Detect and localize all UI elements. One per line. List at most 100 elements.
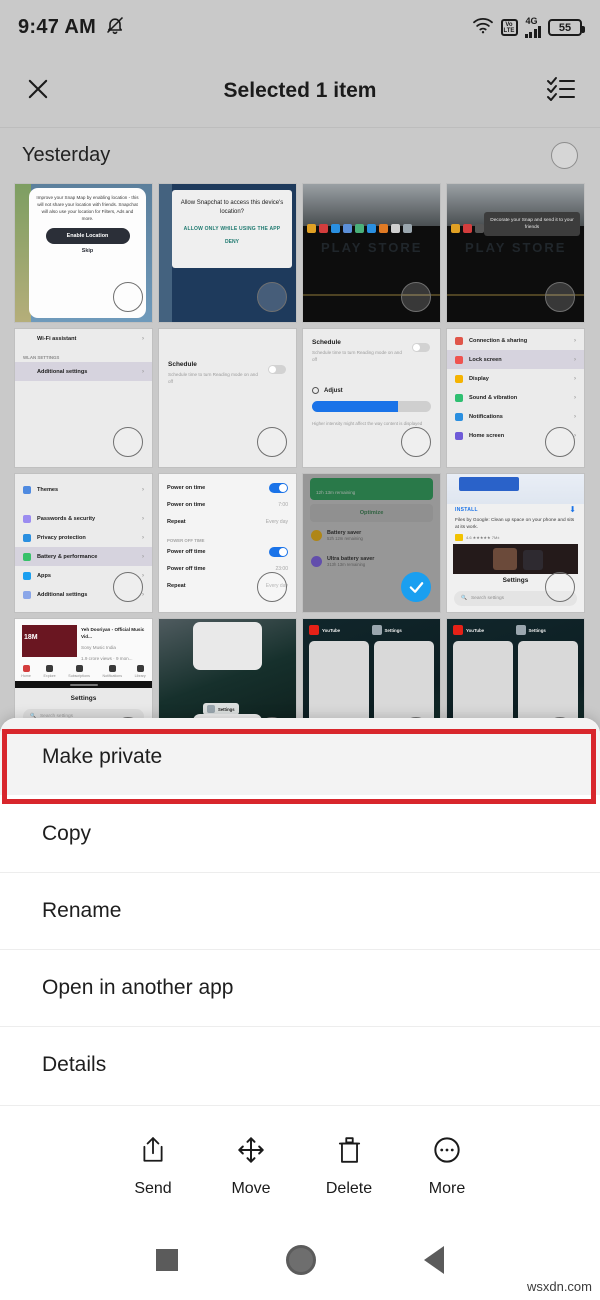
select-all-icon[interactable] <box>546 76 576 107</box>
youtube-tabs: Home Explore Subscriptions Notifications… <box>15 665 152 678</box>
thumbnail-checkbox[interactable] <box>113 572 143 602</box>
video-thumb: 18M <box>22 625 77 657</box>
bell-muted-icon <box>105 15 125 40</box>
watermark: wsxdn.com <box>526 1279 592 1294</box>
status-icons: Vo LTE 4G 55 <box>472 16 585 39</box>
thumb-recents-two-apps: YouTube Settings <box>447 619 584 723</box>
thumbnail-item[interactable]: INSTALL ⬇ Files by Google: Clean up spac… <box>446 473 585 613</box>
thumbnail-item[interactable]: Connection & sharing › Lock screen › Displ… <box>446 328 585 468</box>
thumbnail-item[interactable]: Themes › Passwords & security › Privacy pr… <box>14 473 153 613</box>
battery-option-row: Ultra battery saver 313h 13m remaining <box>311 556 432 567</box>
row-icon <box>23 335 31 343</box>
menu-item-details[interactable]: Details <box>0 1026 600 1103</box>
power-row: Power on time <box>167 479 288 496</box>
thumbnail-checkbox[interactable] <box>545 282 575 312</box>
thumb-recents-two-apps: YouTube Settings <box>303 619 440 723</box>
app-description: Files by Google: Clean up space on your … <box>455 518 575 530</box>
option-title: Battery saver <box>327 530 362 536</box>
option-title: Ultra battery saver <box>327 556 375 562</box>
thumbnail-item[interactable]: YouTube Settings <box>302 618 441 723</box>
section-select-checkbox[interactable] <box>551 142 578 169</box>
send-button[interactable]: Send <box>104 1136 202 1198</box>
download-icon: ⬇ <box>569 505 576 514</box>
schedule-subtitle: Schedule time to turn Reading mode on an… <box>312 350 402 362</box>
row-label: Power on time <box>167 484 206 491</box>
recents-panes <box>309 641 434 723</box>
row-value: 7:00 <box>278 501 288 508</box>
thumbnail-item[interactable]: Power on time Power on time 7:00 Repeat Ev… <box>158 473 297 613</box>
thumbnail-checkbox[interactable] <box>113 282 143 312</box>
volte-bottom: LTE <box>503 27 515 34</box>
settings-label: Settings <box>70 695 97 702</box>
row-label: Display <box>469 375 489 382</box>
thumbnail-item[interactable]: Schedule Schedule time to turn Reading m… <box>158 328 297 468</box>
thumbnail-checkbox-checked[interactable] <box>401 572 431 602</box>
row-label: Apps <box>37 572 51 579</box>
battery-remaining-banner: 12h 13m remaining <box>310 478 433 500</box>
power-row: Power off time <box>167 543 288 560</box>
home-circle-icon[interactable] <box>286 1245 316 1275</box>
settings-row: Themes › <box>15 480 152 499</box>
thumbnail-item[interactable]: PLAY STORE <box>302 183 441 323</box>
chevron-right-icon: › <box>574 413 576 420</box>
tab-explore: Explore <box>44 665 56 678</box>
battery-saver-icon <box>311 530 322 541</box>
more-button[interactable]: More <box>398 1136 496 1198</box>
thumbnail-item[interactable]: Decorate your Snap and send it to your f… <box>446 183 585 323</box>
menu-item-label: Details <box>42 1052 107 1076</box>
option-sub: 313h 13m remaining <box>327 562 366 567</box>
chevron-right-icon: › <box>142 553 144 560</box>
app-name: YouTube <box>322 627 341 633</box>
share-icon <box>140 1136 166 1169</box>
video-badge: 18M <box>24 634 38 641</box>
thumbnail-checkbox[interactable] <box>257 572 287 602</box>
thumbnail-checkbox[interactable] <box>257 427 287 457</box>
battery-level: 55 <box>558 21 572 34</box>
thumbnail-item-selected[interactable]: 12h 13m remaining Optimize Battery saver… <box>302 473 441 613</box>
thumbnail-item[interactable]: Allow Snapchat to access this device's l… <box>158 183 297 323</box>
row-label: Power on time <box>167 501 206 508</box>
menu-item-make-private[interactable]: Make private <box>0 718 600 795</box>
brightness-icon <box>312 387 319 394</box>
thumbnail-item[interactable]: 18M Yeh Dooriyan - Official Music Vid...… <box>14 618 153 723</box>
thumbnail-checkbox[interactable] <box>545 427 575 457</box>
power-row: Power on time 7:00 <box>167 496 288 513</box>
thumbnail-item[interactable]: Schedule Schedule time to turn Reading m… <box>302 328 441 468</box>
thumbnail-grid[interactable]: Improve your Snap Map by enabling locati… <box>0 183 600 723</box>
video-preview <box>453 544 578 574</box>
menu-item-copy[interactable]: Copy <box>0 795 600 872</box>
tab-notifications: Notifications <box>102 665 122 678</box>
back-triangle-icon[interactable] <box>424 1246 444 1274</box>
thumbnail-checkbox[interactable] <box>113 427 143 457</box>
recents-square-icon[interactable] <box>156 1249 178 1271</box>
settings-row: Wi-Fi assistant › <box>15 329 152 348</box>
settings-row: Passwords & security › <box>15 509 152 528</box>
thumbnail-item[interactable]: Settings <box>158 618 297 723</box>
chevron-right-icon: › <box>142 335 144 342</box>
delete-button[interactable]: Delete <box>300 1136 398 1198</box>
snapmap-body: Improve your Snap Map by enabling locati… <box>36 195 139 221</box>
snap-decorate-tooltip: Decorate your Snap and send it to your f… <box>484 212 580 236</box>
close-icon[interactable] <box>24 75 52 108</box>
thumbnail-checkbox[interactable] <box>401 282 431 312</box>
wallpaper-text: PLAY STORE <box>321 240 423 255</box>
menu-item-open-in-another-app[interactable]: Open in another app <box>0 949 600 1026</box>
app-name: Settings <box>384 627 402 633</box>
thumbnail-checkbox[interactable] <box>257 282 287 312</box>
phone-screen: 9:47 AM Vo LTE 4G 55 Selected 1 item Yes… <box>0 0 600 1300</box>
row-label: Passwords & security <box>37 515 96 522</box>
thumbnail-item[interactable]: Wi-Fi assistant › WLAN SETTINGS Addition… <box>14 328 153 468</box>
row-icon <box>23 368 31 376</box>
thumbnail-checkbox[interactable] <box>545 572 575 602</box>
recents-app-settings: Settings <box>515 625 579 635</box>
move-button[interactable]: Move <box>202 1136 300 1198</box>
thumbnail-item[interactable]: Improve your Snap Map by enabling locati… <box>14 183 153 323</box>
power-group-label: POWER OFF TIME <box>167 538 205 543</box>
move-icon <box>237 1136 265 1169</box>
menu-item-rename[interactable]: Rename <box>0 872 600 949</box>
status-bar: 9:47 AM Vo LTE 4G 55 <box>0 0 600 55</box>
battery-icon: 55 <box>548 19 585 36</box>
thumbnail-checkbox[interactable] <box>401 427 431 457</box>
thumbnail-item[interactable]: YouTube Settings <box>446 618 585 723</box>
tab-subscriptions: Subscriptions <box>68 665 90 678</box>
